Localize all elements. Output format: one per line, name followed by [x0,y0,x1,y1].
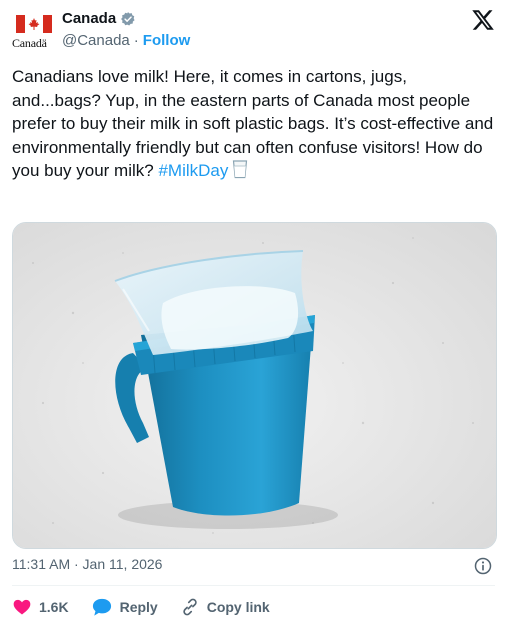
milk-bag-pitcher-photo [13,223,496,548]
copy-link-label: Copy link [206,599,270,615]
reply-button[interactable]: Reply [91,597,158,617]
heart-icon [13,599,31,615]
author-display-name[interactable]: Canada [62,10,116,27]
canada-flag-icon [16,15,52,33]
info-icon[interactable] [473,556,493,576]
tweet-body: Canadians love milk! Here, it comes in c… [12,67,494,180]
tweet-actions: 1.6K Reply Copy link [12,595,292,619]
tweet-timestamp[interactable]: 11:31 AM · Jan 11, 2026 [12,556,162,572]
reply-bubble-icon [92,598,111,616]
government-of-canada-logo[interactable]: Canadä [12,10,56,52]
verified-government-badge-icon [121,11,135,26]
author-handle-row: @Canada · Follow [62,32,190,49]
like-count: 1.6K [39,599,69,615]
x-logo-icon[interactable] [471,8,495,32]
tweet-meta: 11:31 AM · Jan 11, 2026 [12,556,495,578]
follow-button[interactable]: Follow [143,32,191,49]
copy-link-button[interactable]: Copy link [180,597,270,617]
hashtag-link[interactable]: #MilkDay [158,161,228,180]
handle-separator: · [133,32,139,49]
link-icon [182,598,197,616]
author-name-row: Canada [62,10,136,27]
like-button[interactable]: 1.6K [12,597,69,617]
canada-wordmark: Canadä [12,36,47,50]
tweet-header: Canadä Canada @Canada · Follow [12,8,495,54]
reply-label: Reply [119,599,158,615]
tweet-text: Canadians love milk! Here, it comes in c… [12,65,495,183]
author-handle[interactable]: @Canada [62,32,130,49]
divider [12,585,495,586]
tweet-photo[interactable] [12,222,497,549]
cup-with-milk-icon [233,160,248,179]
